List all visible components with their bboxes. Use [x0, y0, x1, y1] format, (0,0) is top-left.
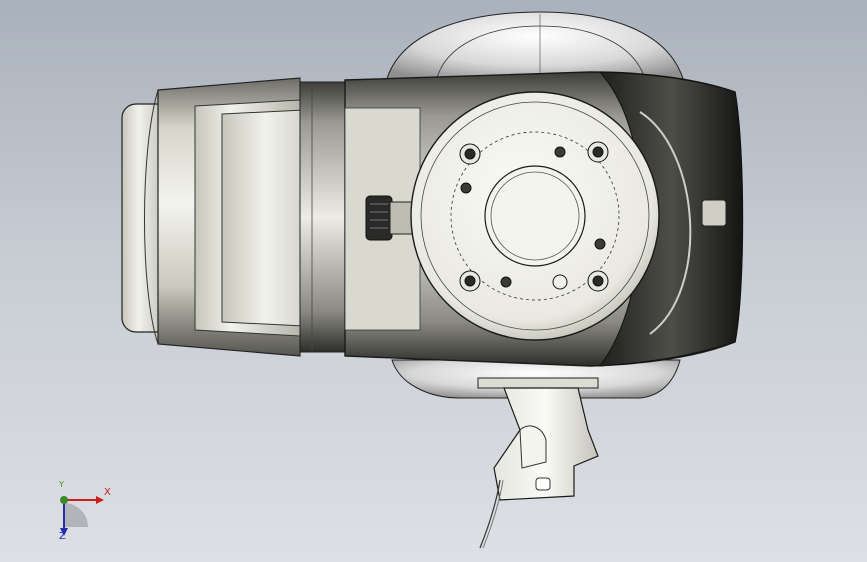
- triad-axes: [60, 496, 104, 536]
- lower-bracket: [477, 377, 599, 549]
- cable-connector: [365, 195, 413, 241]
- triad-y-label: Y: [59, 480, 64, 489]
- triad-x-label: X: [104, 487, 111, 498]
- robot-wrist-3d-model[interactable]: [0, 0, 867, 562]
- cad-graphics-viewport[interactable]: X Y Z: [0, 0, 867, 562]
- coordinate-triad: X Y Z: [44, 478, 124, 548]
- triad-z-label: Z: [59, 531, 66, 542]
- tool-flange: [410, 91, 660, 341]
- motor-housing: [121, 77, 349, 357]
